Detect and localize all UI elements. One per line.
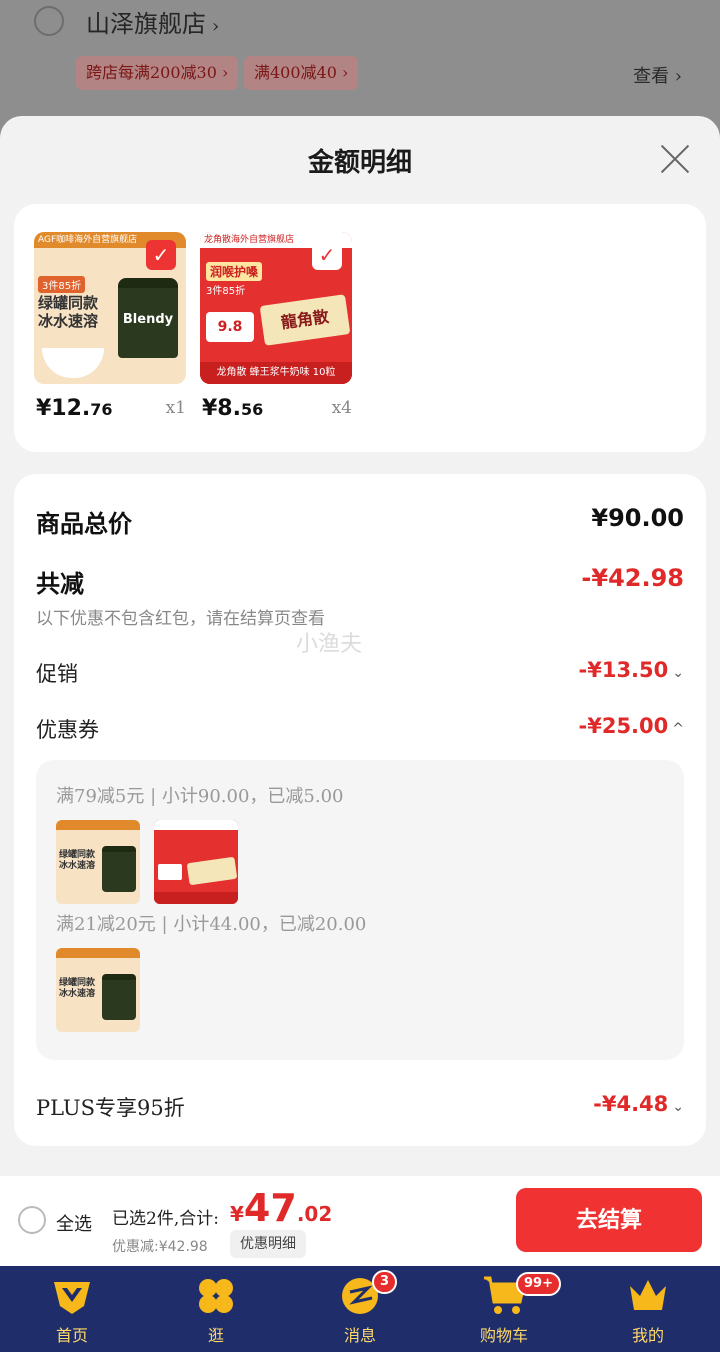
close-icon[interactable] — [658, 142, 692, 176]
tab-cart[interactable]: 99+ 购物车 — [444, 1266, 564, 1352]
goods-total-row: 商品总价 ¥90.00 — [36, 504, 684, 538]
product-thumbnail: AGF咖啡海外自营旗舰店 ✓ 3件85折 绿罐同款 冰水速溶 Blendy — [34, 232, 186, 384]
total-reduce-row: 共减 -¥42.98 — [36, 564, 684, 598]
price-summary-card: 商品总价 ¥90.00 共减 -¥42.98 以下优惠不包含红包，请在结算页查看… — [14, 474, 706, 1146]
product-qty: x4 — [331, 398, 352, 418]
coupon-detail-box: 满79减5元 | 小计90.00，已减5.00 绿罐同款 冰水速溶 满21减20元… — [36, 760, 684, 1060]
product-price: ¥8.56 — [202, 396, 264, 421]
discount-amount: 优惠减:¥42.98 — [112, 1239, 208, 1255]
message-badge: 3 — [372, 1270, 398, 1294]
goods-total-value: ¥90.00 — [591, 504, 684, 532]
promo-tag-cross-store[interactable]: 跨店每满200减30 › — [76, 56, 239, 90]
home-icon — [54, 1282, 90, 1314]
plus-discount-row[interactable]: PLUS专享95折 -¥4.48 ⌄ — [36, 1092, 684, 1122]
product-item[interactable]: AGF咖啡海外自营旗舰店 ✓ 3件85折 绿罐同款 冰水速溶 Blendy ¥12… — [34, 232, 186, 421]
crown-icon — [630, 1280, 666, 1310]
product-list-card: AGF咖啡海外自营旗舰店 ✓ 3件85折 绿罐同款 冰水速溶 Blendy ¥12… — [14, 204, 706, 452]
store-select-radio[interactable] — [34, 6, 64, 36]
promo-tag-400[interactable]: 满400减40 › — [244, 56, 359, 90]
chevron-up-icon: ^ — [672, 721, 684, 737]
chevron-down-icon: ⌄ — [672, 1099, 684, 1115]
explore-icon — [199, 1279, 233, 1313]
bottom-tab-bar: 首页 逛 3 消息 99+ 购物车 我的 — [0, 1266, 720, 1352]
product-qty: x1 — [165, 398, 186, 418]
coupon-product-thumb — [154, 820, 238, 904]
check-icon: ✓ — [146, 240, 176, 270]
tab-mine[interactable]: 我的 — [588, 1266, 708, 1352]
watermark: 小渔夫 — [296, 632, 363, 657]
promo-row[interactable]: 促销 -¥13.50 ⌄ — [36, 658, 684, 688]
product-price: ¥12.76 — [36, 396, 113, 421]
background-store-header: 山泽旗舰店 › 跨店每满200减30 › 满400减40 › 查看 › — [0, 0, 720, 130]
total-reduce-value: -¥42.98 — [581, 564, 684, 592]
select-all-radio[interactable] — [18, 1206, 46, 1234]
cart-badge: 99+ — [516, 1272, 561, 1296]
coupon-product-thumb: 绿罐同款 冰水速溶 — [56, 820, 140, 904]
chevron-down-icon: ⌄ — [672, 665, 684, 681]
view-link[interactable]: 查看 › — [633, 62, 682, 88]
coupon-rule: 满79减5元 | 小计90.00，已减5.00 — [56, 786, 344, 807]
selected-count: 已选2件,合计: — [112, 1209, 219, 1229]
total-price: ¥47.02 — [230, 1186, 333, 1230]
sheet-title: 金额明细 — [307, 148, 412, 178]
coupon-row[interactable]: 优惠券 -¥25.00 ^ — [36, 714, 684, 744]
tab-home[interactable]: 首页 — [12, 1266, 132, 1352]
amount-detail-sheet: 金额明细 AGF咖啡海外自营旗舰店 ✓ 3件85折 绿罐同款 冰水速溶 Blend… — [0, 116, 720, 1176]
coupon-rule: 满21减20元 | 小计44.00，已减20.00 — [56, 914, 367, 935]
tab-explore[interactable]: 逛 — [156, 1266, 276, 1352]
checkout-button[interactable]: 去结算 — [516, 1188, 702, 1252]
tab-messages[interactable]: 3 消息 — [300, 1266, 420, 1352]
product-item[interactable]: 龙角散海外自营旗舰店 ✓ 润喉护嗓 3件85折 9.8 龍角散 龙角散 蜂王浆牛… — [200, 232, 352, 421]
product-thumbnail: 龙角散海外自营旗舰店 ✓ 润喉护嗓 3件85折 9.8 龍角散 龙角散 蜂王浆牛… — [200, 232, 352, 384]
store-name[interactable]: 山泽旗舰店 › — [86, 4, 219, 39]
discount-detail-button[interactable]: 优惠明细 — [230, 1230, 306, 1258]
coupon-product-thumb: 绿罐同款 冰水速溶 — [56, 948, 140, 1032]
checkout-bar: 全选 已选2件,合计: ¥47.02 优惠减:¥42.98 优惠明细 去结算 — [0, 1176, 720, 1266]
check-icon: ✓ — [312, 240, 342, 270]
select-all-label[interactable]: 全选 — [56, 1210, 92, 1236]
